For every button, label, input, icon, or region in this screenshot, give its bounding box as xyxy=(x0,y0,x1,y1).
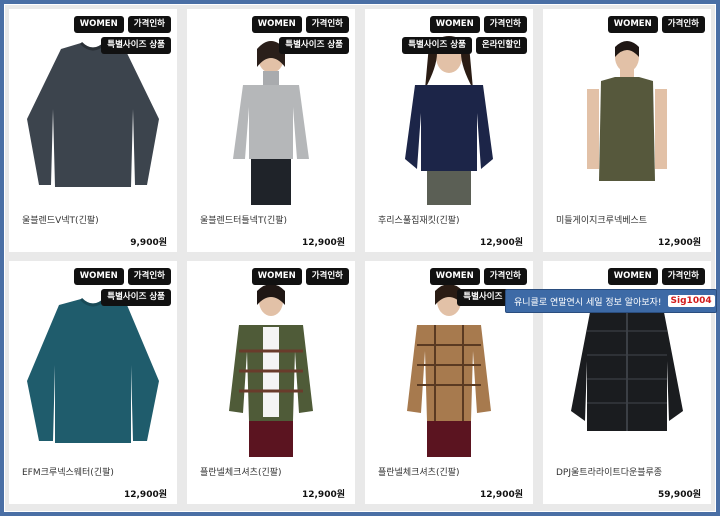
product-name[interactable]: 후리스풀집재킷(긴팔) xyxy=(378,213,460,226)
badge: WOMEN xyxy=(429,16,480,33)
promo-tag: Sig1004 xyxy=(667,295,715,307)
badge: 가격인하 xyxy=(483,268,527,285)
badge: 특별사이즈 상품 xyxy=(402,37,472,54)
badge: 가격인하 xyxy=(305,268,349,285)
badge: 가격인하 xyxy=(127,268,171,285)
badge: WOMEN xyxy=(251,268,302,285)
badge: 가격인하 xyxy=(483,16,527,33)
product-card[interactable]: WOMEN 가격인하특별사이즈 상품울블렌드V넥T(긴팔) 9,900원 xyxy=(9,9,177,252)
badge-list: WOMEN 가격인하 xyxy=(545,16,705,33)
product-price: 12,900원 xyxy=(657,238,701,248)
badge: WOMEN xyxy=(73,16,124,33)
product-price: 12,900원 xyxy=(301,238,345,248)
product-name[interactable]: 플란넬체크셔츠(긴팔) xyxy=(200,465,282,478)
product-name[interactable]: 플란넬체크셔츠(긴팔) xyxy=(378,465,460,478)
badge-list: WOMEN가격인하특별사이즈 상품 xyxy=(189,16,349,54)
product-price: 9,900원 xyxy=(130,238,167,248)
badge: 온라인할인 xyxy=(475,37,527,54)
product-card[interactable]: WOMEN 가격인하플란넬체크셔츠(긴팔) 12,900원 xyxy=(187,261,355,504)
product-card[interactable]: WOMEN 가격인하특별사이즈 상품 온라인할인후리스풀집재킷(긴팔) 12,900원 xyxy=(365,9,533,252)
product-name[interactable]: 울블렌드V넥T(긴팔) xyxy=(22,213,99,226)
product-price: 12,900원 xyxy=(479,238,523,248)
badge: 특별사이즈 상품 xyxy=(101,289,171,306)
product-grid: WOMEN 가격인하 특별사이즈 상품 울블렌드V넥T(긴팔) 9,900원 WOMEN… xyxy=(5,5,717,513)
badge: WOMEN xyxy=(607,268,658,285)
product-price: 12,900원 xyxy=(479,490,523,500)
product-price: 12,900원 xyxy=(301,490,345,500)
product-price: 12,900원 xyxy=(123,490,167,500)
badge-list: WOMEN가격인하특별사이즈 상품 xyxy=(11,268,171,306)
badge: 가격인하 xyxy=(127,16,171,33)
badge: 특별사이즈 상품 xyxy=(101,37,171,54)
badge-list: WOMEN가격인하특별사이즈 상품 xyxy=(367,268,527,306)
badge: 특별사이즈 상품 xyxy=(279,37,349,54)
product-name[interactable]: EFM크루넥스웨터(긴팔) xyxy=(22,465,114,478)
product-name[interactable]: DPJ울트라라이트다운블루종 xyxy=(556,465,662,478)
badge-list: WOMEN 가격인하 xyxy=(189,268,349,285)
product-card[interactable]: WOMEN 가격인하미들게이지크루넥베스트 12,900원 xyxy=(543,9,711,252)
badge: WOMEN xyxy=(73,268,124,285)
promo-banner[interactable]: 유니클로 연말연시 세일 정보 알아보자! Sig1004 xyxy=(505,289,717,313)
product-image[interactable] xyxy=(543,9,711,205)
badge: 가격인하 xyxy=(305,16,349,33)
promo-text: 유니클로 연말연시 세일 정보 알아보자! xyxy=(514,297,662,308)
product-image[interactable] xyxy=(187,261,355,457)
badge: WOMEN xyxy=(607,16,658,33)
badge-list: WOMEN가격인하특별사이즈 상품 xyxy=(11,16,171,54)
badge: 가격인하 xyxy=(661,268,705,285)
product-card[interactable]: WOMEN 가격인하특별사이즈 상품울블렌드터틀넥T(긴팔) 12,900원 xyxy=(187,9,355,252)
badge-list: WOMEN 가격인하특별사이즈 상품 온라인할인 xyxy=(367,16,527,54)
product-grid-frame: WOMEN 가격인하 특별사이즈 상품 울블렌드V넥T(긴팔) 9,900원 WOMEN… xyxy=(4,4,717,513)
badge: WOMEN xyxy=(429,268,480,285)
badge: WOMEN xyxy=(251,16,302,33)
product-name[interactable]: 미들게이지크루넥베스트 xyxy=(556,213,647,226)
badge: 가격인하 xyxy=(661,16,705,33)
product-card[interactable]: WOMEN 가격인하특별사이즈 상품 EFM크루넥스웨터(긴팔) 12,900원 xyxy=(9,261,177,504)
product-price: 59,900원 xyxy=(657,490,701,500)
product-name[interactable]: 울블렌드터틀넥T(긴팔) xyxy=(200,213,287,226)
